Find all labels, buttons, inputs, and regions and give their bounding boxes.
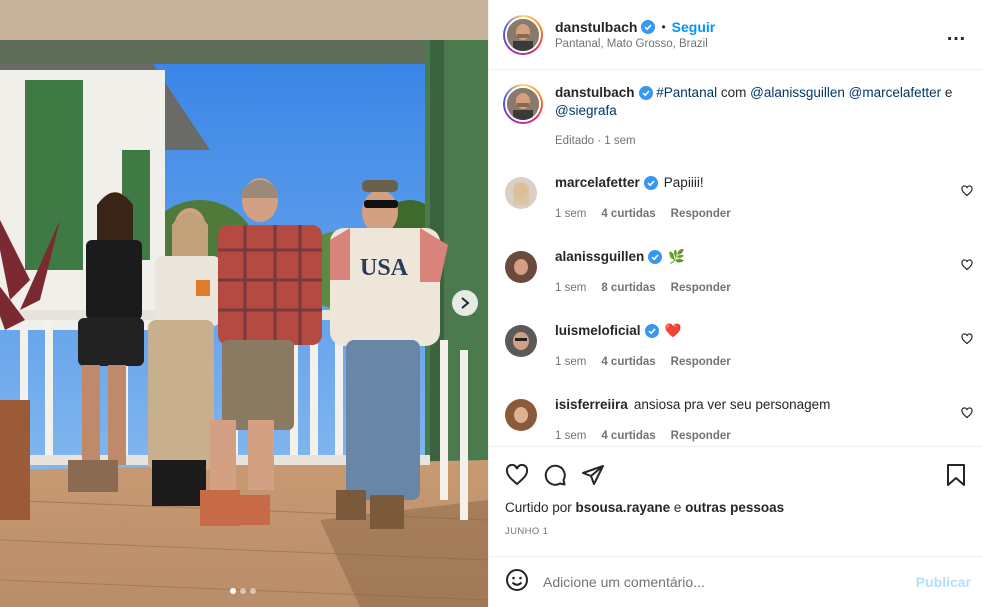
- post-side-panel: danstulbach • Seguir Pantanal, Mato Gros…: [488, 0, 983, 607]
- comment-age: 1 sem: [555, 282, 587, 294]
- bookmark-icon[interactable]: [945, 463, 967, 487]
- comment-likes[interactable]: 4 curtidas: [601, 208, 655, 220]
- commenter-avatar[interactable]: [505, 399, 537, 431]
- post-date[interactable]: JUNHO 1: [505, 526, 967, 537]
- carousel-dot: [250, 588, 256, 594]
- next-photo-button[interactable]: [452, 290, 478, 316]
- caption-mention[interactable]: @marcelafetter: [849, 85, 941, 100]
- liked-by-prefix: Curtido por: [505, 500, 576, 515]
- verified-badge-icon: [648, 250, 663, 264]
- comment-like-heart-icon[interactable]: [961, 184, 973, 202]
- caption-text: com: [717, 85, 751, 100]
- commenter-avatar[interactable]: [505, 177, 537, 209]
- verified-badge-icon: [643, 176, 658, 190]
- commenter-avatar[interactable]: [505, 325, 537, 357]
- comment-age: 1 sem: [555, 208, 587, 220]
- comment-username[interactable]: luismeloficial: [555, 322, 641, 340]
- caption-mention[interactable]: @siegrafa: [555, 103, 617, 118]
- comment-icon[interactable]: [543, 463, 567, 487]
- caption-meta: Editado · 1 sem: [555, 135, 636, 147]
- comment-like-heart-icon[interactable]: [961, 258, 973, 276]
- caption-avatar-image: [507, 88, 539, 120]
- more-options-icon[interactable]: …: [946, 23, 967, 46]
- svg-text:USA: USA: [360, 255, 409, 281]
- comments-list[interactable]: danstulbach #Pantanal com @alanissguille…: [489, 70, 983, 446]
- carousel-dots: [230, 588, 256, 594]
- comment-text: ansiosa pra ver seu personagem: [633, 397, 831, 412]
- reply-button[interactable]: Responder: [671, 282, 731, 294]
- comment-username[interactable]: alanissguillen: [555, 248, 644, 266]
- comment-item: alanissguillen 🌿 1 sem 8 curtidas Respon…: [489, 248, 983, 322]
- verified-badge-icon: [641, 20, 656, 34]
- verified-badge-icon: [638, 86, 653, 101]
- liked-by-mid: e: [670, 500, 686, 515]
- comment-text: Papiiii!: [663, 175, 704, 190]
- comment-text: ❤️: [664, 323, 682, 338]
- comment-likes[interactable]: 4 curtidas: [601, 356, 655, 368]
- reply-button[interactable]: Responder: [671, 208, 731, 220]
- comment-item: luismeloficial ❤️ 1 sem 4 curtidas Respo…: [489, 322, 983, 396]
- liked-by-user[interactable]: bsousa.rayane: [576, 500, 671, 515]
- author-avatar-image: [507, 18, 539, 51]
- chevron-right-icon: [461, 297, 470, 309]
- verified-badge-icon: [644, 324, 659, 338]
- comment-likes[interactable]: 8 curtidas: [601, 282, 655, 294]
- liked-by-text: Curtido por bsousa.rayane e outras pesso…: [505, 500, 967, 515]
- comment-like-heart-icon[interactable]: [961, 406, 973, 424]
- post-actions: Curtido por bsousa.rayane e outras pesso…: [489, 446, 983, 537]
- comment-item: isisferreiira ansiosa pra ver seu person…: [489, 396, 983, 446]
- comment-input[interactable]: [543, 574, 916, 590]
- heart-icon[interactable]: [505, 463, 529, 487]
- comment-age: 1 sem: [555, 430, 587, 442]
- comment-like-heart-icon[interactable]: [961, 332, 973, 350]
- post-location[interactable]: Pantanal, Mato Grosso, Brazil: [555, 38, 946, 50]
- share-icon[interactable]: [581, 463, 605, 487]
- caption-hashtag[interactable]: #Pantanal: [656, 85, 717, 100]
- author-avatar[interactable]: [503, 14, 543, 55]
- carousel-dot: [240, 588, 246, 594]
- photo-illustration: USA: [0, 0, 488, 607]
- comment-age: 1 sem: [555, 356, 587, 368]
- comment-username[interactable]: isisferreiira: [555, 396, 628, 414]
- add-comment-bar: Publicar: [489, 556, 983, 607]
- reply-button[interactable]: Responder: [671, 430, 731, 442]
- reply-button[interactable]: Responder: [671, 356, 731, 368]
- post-photo[interactable]: USA: [0, 0, 488, 607]
- comment-likes[interactable]: 4 curtidas: [601, 430, 655, 442]
- commenter-avatar[interactable]: [505, 251, 537, 283]
- emoji-icon[interactable]: [505, 568, 529, 597]
- follow-button[interactable]: Seguir: [672, 19, 716, 35]
- author-username[interactable]: danstulbach: [555, 19, 637, 35]
- header-separator: •: [661, 20, 666, 34]
- caption-text: e: [941, 85, 953, 100]
- comment-item: marcelafetter Papiiii! 1 sem 4 curtidas …: [489, 174, 983, 248]
- publish-button[interactable]: Publicar: [916, 574, 971, 590]
- caption-avatar[interactable]: [503, 84, 543, 124]
- carousel-dot: [230, 588, 236, 594]
- caption-username[interactable]: danstulbach: [555, 85, 635, 100]
- post-caption: danstulbach #Pantanal com @alanissguille…: [489, 70, 983, 174]
- caption-body: danstulbach #Pantanal com @alanissguille…: [555, 84, 967, 120]
- liked-by-others[interactable]: outras pessoas: [685, 500, 784, 515]
- post-header: danstulbach • Seguir Pantanal, Mato Gros…: [489, 0, 983, 70]
- comment-text: 🌿: [668, 249, 686, 264]
- comment-username[interactable]: marcelafetter: [555, 174, 640, 192]
- caption-mention[interactable]: @alanissguillen: [750, 85, 845, 100]
